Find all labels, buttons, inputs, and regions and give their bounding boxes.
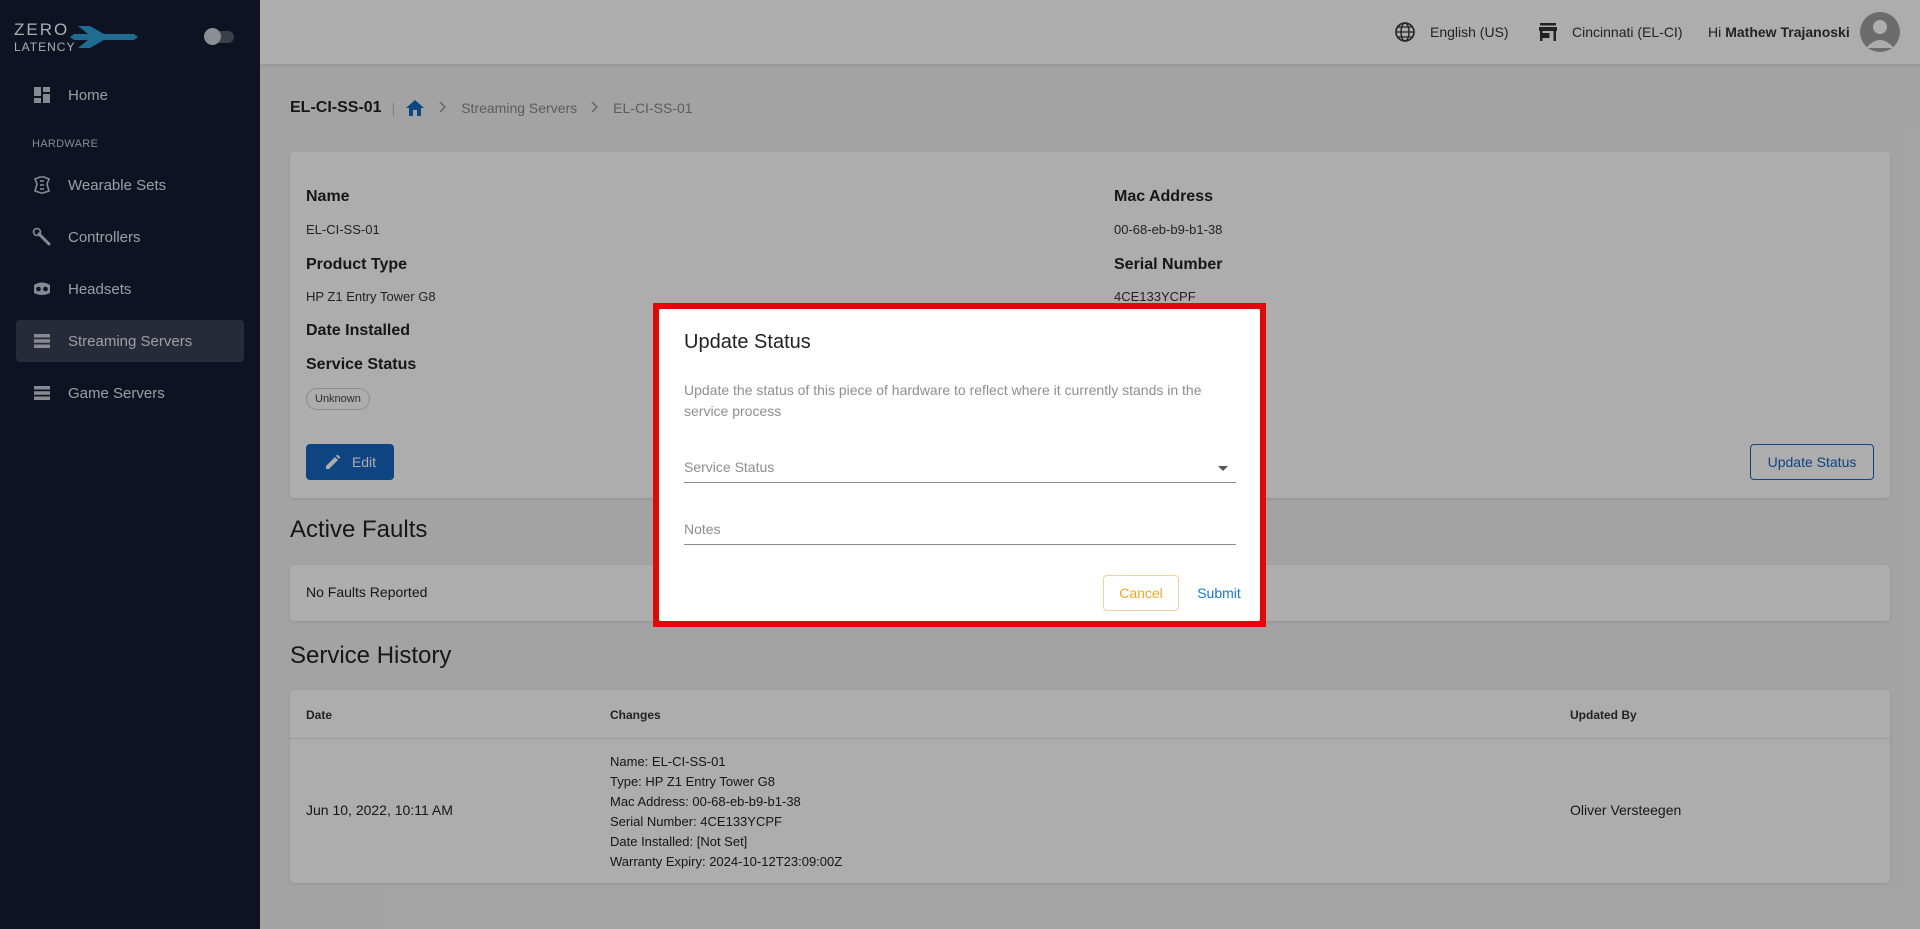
notes-field[interactable]: Notes xyxy=(684,511,1236,545)
submit-button[interactable]: Submit xyxy=(1191,575,1247,611)
service-status-placeholder: Service Status xyxy=(684,459,775,475)
update-status-dialog: Update Status Update the status of this … xyxy=(659,309,1260,621)
caret-down-icon xyxy=(1218,466,1228,471)
notes-placeholder: Notes xyxy=(684,521,721,537)
service-status-select[interactable]: Service Status xyxy=(684,449,1236,483)
dialog-title: Update Status xyxy=(684,331,811,353)
dialog-description: Update the status of this piece of hardw… xyxy=(684,382,1202,419)
cancel-button[interactable]: Cancel xyxy=(1103,575,1179,611)
